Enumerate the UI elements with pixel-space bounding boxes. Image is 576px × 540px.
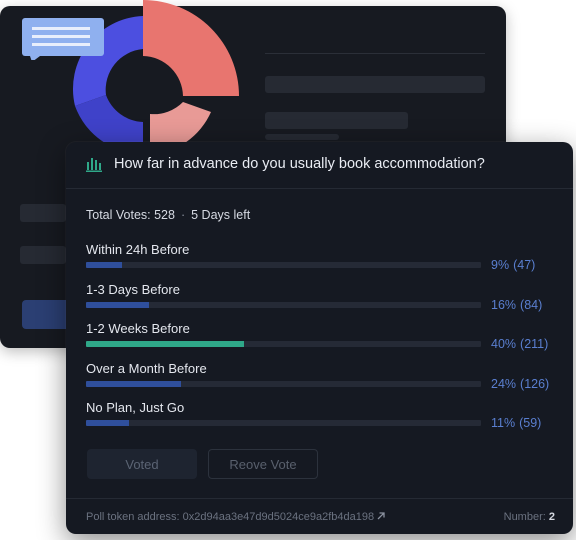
bar-chart-icon xyxy=(86,158,102,172)
poll-header: How far in advance do you usually book a… xyxy=(66,142,573,189)
background-placeholder-line xyxy=(265,112,408,129)
option-progress-track xyxy=(86,302,481,308)
option-progress-track xyxy=(86,262,481,268)
background-placeholder-line xyxy=(20,246,66,264)
poll-question: How far in advance do you usually book a… xyxy=(114,156,485,172)
option-percent: 40% xyxy=(491,337,517,351)
option-progress-fill xyxy=(86,302,150,308)
poll-option-selected[interactable]: 1-2 Weeks Before 40% (211) xyxy=(86,321,552,355)
option-label: Over a Month Before xyxy=(86,361,207,376)
token-label: Poll token address: xyxy=(86,511,180,523)
poll-footer: Poll token address: 0x2d94aa3e47d9d5024c… xyxy=(66,498,573,535)
option-progress-fill xyxy=(86,341,244,347)
chat-bubble-illustration xyxy=(22,18,104,60)
remove-vote-button[interactable]: Reove Vote xyxy=(208,449,318,479)
poll-card: How far in advance do you usually book a… xyxy=(66,142,573,534)
option-count: (84) xyxy=(520,298,543,312)
background-placeholder-line xyxy=(20,204,66,222)
option-count: (211) xyxy=(520,337,549,351)
option-label: 1-3 Days Before xyxy=(86,282,180,297)
option-count: (59) xyxy=(519,416,542,430)
option-result: 9% (47) xyxy=(491,258,535,272)
option-progress-track xyxy=(86,381,481,387)
token-address-value: 0x2d94aa3e47d9d5024ce9a2fb4da198 xyxy=(182,511,375,523)
number-value: 2 xyxy=(548,511,555,523)
option-percent: 24% xyxy=(491,377,517,391)
poll-option[interactable]: No Plan, Just Go 11% (59) xyxy=(86,400,552,434)
option-count: (47) xyxy=(513,258,536,272)
option-progress-fill xyxy=(86,381,181,387)
option-progress-fill xyxy=(86,420,130,426)
option-progress-fill xyxy=(86,262,122,268)
option-result: 11% (59) xyxy=(491,416,541,430)
poll-number: Number: 2 xyxy=(504,511,555,523)
option-percent: 16% xyxy=(491,298,517,312)
option-progress-track xyxy=(86,341,481,347)
option-label: Within 24h Before xyxy=(86,242,190,257)
time-left: 5 Days left xyxy=(191,208,251,222)
option-result: 24% (126) xyxy=(491,377,549,391)
number-label: Number: xyxy=(503,511,546,523)
option-count: (126) xyxy=(520,377,550,391)
background-divider xyxy=(265,53,485,54)
option-label: No Plan, Just Go xyxy=(86,400,185,415)
total-votes: Total Votes: 528 xyxy=(86,208,175,222)
option-percent: 9% xyxy=(491,258,510,272)
voted-button[interactable]: Voted xyxy=(87,449,197,479)
option-progress-track xyxy=(86,420,481,426)
option-label: 1-2 Weeks Before xyxy=(86,321,190,336)
background-placeholder-line xyxy=(265,134,339,140)
poll-option[interactable]: 1-3 Days Before 16% (84) xyxy=(86,282,552,316)
option-result: 40% (211) xyxy=(491,337,548,351)
option-result: 16% (84) xyxy=(491,298,542,312)
poll-option[interactable]: Within 24h Before 9% (47) xyxy=(86,242,552,276)
external-link-icon[interactable] xyxy=(376,511,386,521)
token-address[interactable]: Poll token address: 0x2d94aa3e47d9d5024c… xyxy=(86,511,386,523)
separator-dot: · xyxy=(180,208,186,222)
background-placeholder-line xyxy=(265,76,485,93)
donut-segment-red xyxy=(143,0,239,96)
option-percent: 11% xyxy=(491,416,516,430)
poll-option[interactable]: Over a Month Before 24% (126) xyxy=(86,361,552,395)
poll-stats: Total Votes: 528 · 5 Days left xyxy=(86,208,250,222)
